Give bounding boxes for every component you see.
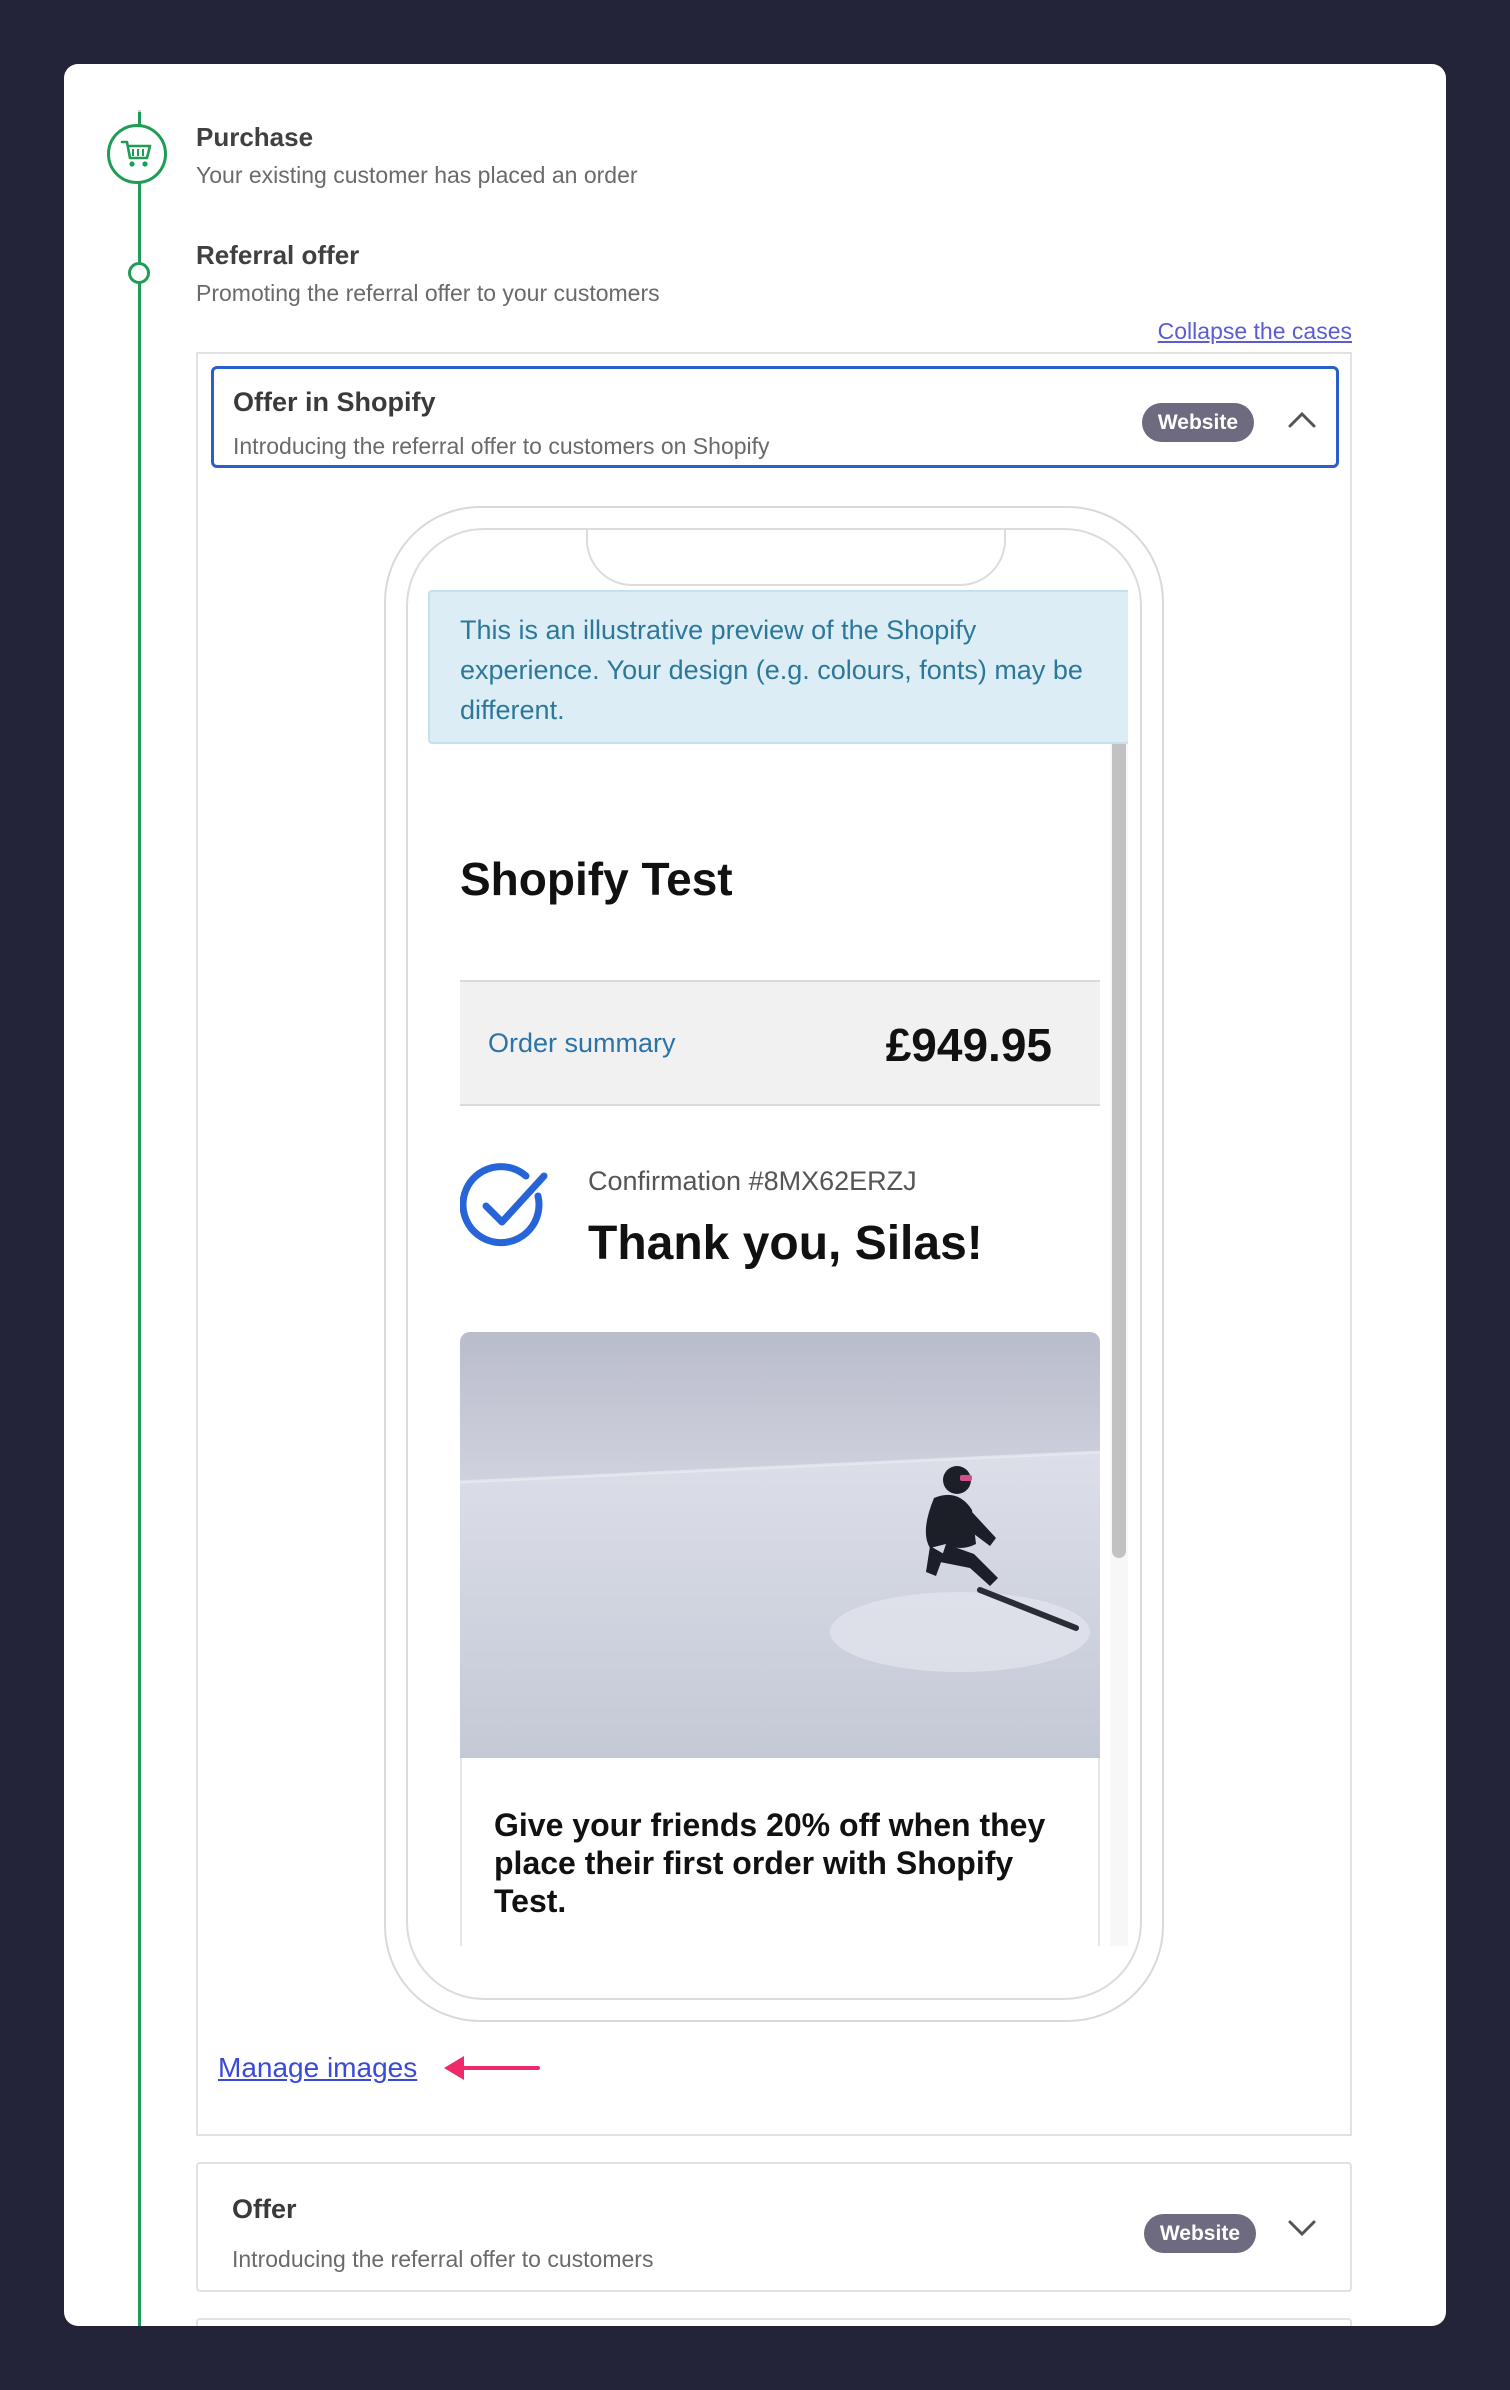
shop-name: Shopify Test: [460, 853, 733, 905]
check-circle-icon: [460, 1163, 548, 1247]
collapse-cases-link[interactable]: Collapse the cases: [1158, 318, 1352, 345]
referral-step-node: [128, 262, 150, 284]
case-title: Offer in Shopify: [233, 387, 436, 417]
purchase-step-description: Your existing customer has placed an ord…: [196, 162, 638, 188]
manage-images-link[interactable]: Manage images: [218, 2052, 417, 2084]
channel-badge: Website: [1143, 2214, 1256, 2253]
referral-offer-card: Give your friends 20% off when they plac…: [460, 1758, 1100, 1946]
order-total: £949.95: [885, 1019, 1052, 1071]
phone-notch: [586, 530, 1006, 586]
phone-mockup: This is an illustrative preview of the S…: [384, 506, 1164, 2022]
referral-step-title: Referral offer: [196, 240, 360, 270]
preview-screen: This is an illustrative preview of the S…: [428, 590, 1128, 1946]
offer-case-header[interactable]: Offer Introducing the referral offer to …: [196, 2162, 1352, 2292]
preview-notice: This is an illustrative preview of the S…: [428, 590, 1128, 744]
confirmation-number: Confirmation #8MX62ERZJ: [588, 1166, 917, 1196]
thank-you-heading: Thank you, Silas!: [588, 1217, 983, 1270]
phone-screen-frame: This is an illustrative preview of the S…: [406, 528, 1142, 2000]
arrow-left-icon: [444, 2056, 540, 2080]
case-title: Offer: [232, 2194, 297, 2224]
shopify-case-header[interactable]: Offer in Shopify Introducing the referra…: [211, 366, 1339, 468]
timeline-line: [138, 112, 141, 2326]
case-description: Introducing the referral offer to custom…: [233, 433, 770, 459]
next-case-header[interactable]: [196, 2318, 1352, 2326]
referral-offer-text: Give your friends 20% off when they plac…: [494, 1807, 1046, 1919]
order-summary-label: Order summary: [488, 1028, 676, 1058]
case-description: Introducing the referral offer to custom…: [232, 2246, 654, 2272]
snowboarder-image: [460, 1332, 1100, 1758]
scroll-track: [1110, 590, 1128, 1946]
expand-toggle[interactable]: [1282, 2209, 1322, 2249]
purchase-step-title: Purchase: [196, 122, 314, 152]
order-summary-bar[interactable]: Order summary £949.95: [460, 980, 1100, 1106]
channel-badge: Website: [1141, 403, 1254, 442]
shopify-case-panel: Offer in Shopify Introducing the referra…: [196, 352, 1352, 2136]
journey-card: Purchase Your existing customer has plac…: [64, 64, 1446, 2326]
chevron-up-icon: [1288, 411, 1316, 428]
chevron-down-icon: [1288, 2220, 1316, 2237]
referral-step-description: Promoting the referral offer to your cus…: [196, 280, 660, 306]
cart-icon: [120, 140, 152, 167]
purchase-step-icon: [107, 124, 167, 184]
collapse-toggle[interactable]: [1282, 399, 1322, 439]
